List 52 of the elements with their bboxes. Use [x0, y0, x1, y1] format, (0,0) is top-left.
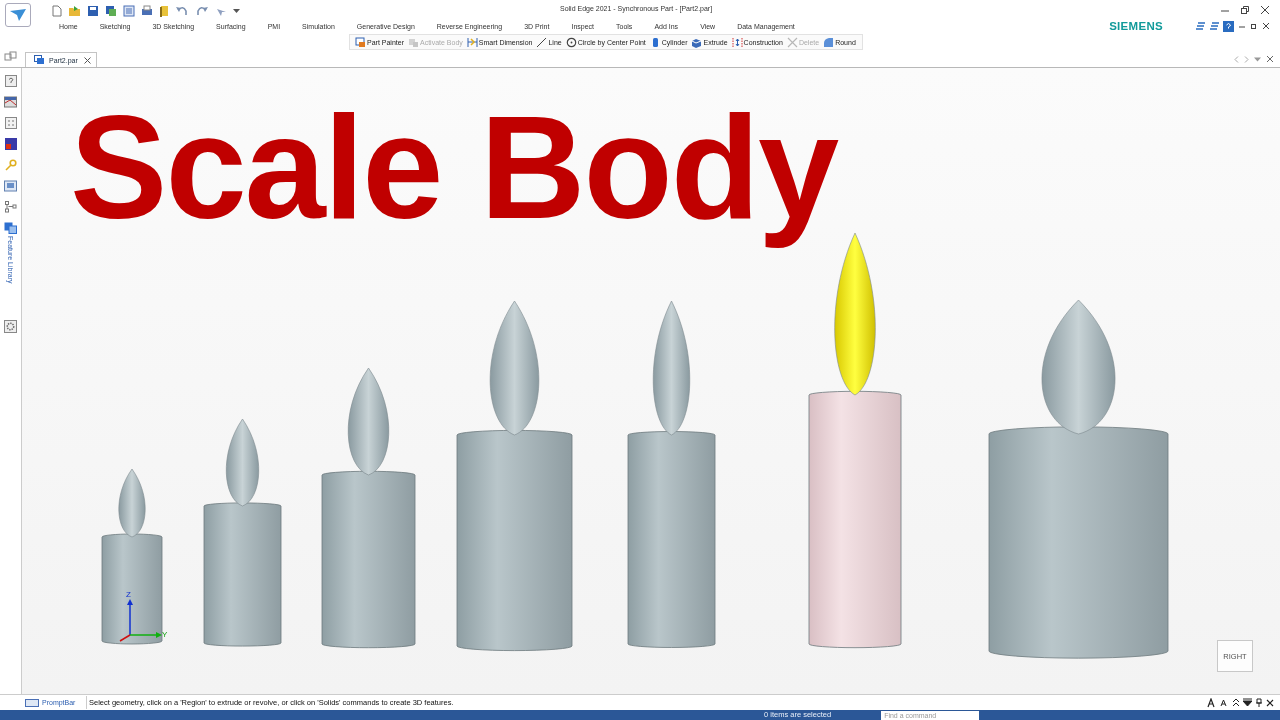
app-logo-icon — [9, 8, 27, 22]
collapse-icon[interactable] — [1232, 698, 1240, 707]
layout-icon[interactable] — [1209, 21, 1219, 31]
candle-body[interactable] — [627, 300, 716, 648]
dropdown-caret-icon[interactable] — [233, 8, 240, 14]
delete-icon — [786, 36, 798, 48]
body-icon — [407, 36, 419, 48]
prompt-bar-icon — [25, 698, 39, 707]
axis-label: Z — [126, 590, 131, 599]
pane-icon[interactable] — [4, 51, 17, 63]
open-folder-icon[interactable] — [68, 5, 81, 17]
candle-body[interactable] — [321, 367, 416, 649]
line-icon — [536, 36, 548, 48]
restore-icon[interactable] — [1240, 5, 1250, 15]
expand-icon[interactable] — [1243, 698, 1252, 707]
tree-icon[interactable] — [4, 201, 17, 213]
new-document-icon[interactable] — [52, 5, 62, 17]
layout-icon[interactable] — [1195, 21, 1205, 31]
close-icon[interactable] — [1266, 698, 1274, 707]
print-icon[interactable] — [141, 5, 153, 17]
candle-body[interactable] — [988, 299, 1169, 659]
save-all-icon[interactable] — [105, 5, 117, 17]
close-icon[interactable] — [1262, 22, 1270, 30]
color-icon[interactable] — [4, 138, 17, 150]
font-larger-icon[interactable] — [1207, 697, 1217, 708]
settings-icon[interactable] — [4, 320, 17, 334]
save-icon[interactable] — [87, 5, 99, 17]
construction-icon — [731, 36, 743, 48]
font-smaller-icon[interactable] — [1220, 698, 1229, 707]
candle-body[interactable] — [203, 418, 282, 647]
book-icon[interactable] — [159, 5, 169, 17]
help-icon[interactable] — [4, 75, 17, 87]
axis-label: Y — [162, 630, 168, 639]
redo-icon[interactable] — [195, 5, 209, 17]
part-file-icon — [34, 55, 45, 65]
restore-icon[interactable] — [1250, 22, 1258, 30]
close-icon[interactable] — [1260, 5, 1270, 15]
candle-body[interactable] — [101, 468, 163, 645]
library-icon — [4, 222, 17, 234]
circle-icon — [565, 36, 577, 48]
views-icon[interactable] — [4, 180, 17, 192]
candle-body[interactable] — [456, 300, 573, 651]
properties-icon[interactable] — [123, 5, 135, 17]
overlay-title: Scale Body — [70, 85, 838, 251]
application-button[interactable] — [5, 3, 31, 27]
undo-icon[interactable] — [175, 5, 189, 17]
round-icon — [823, 36, 835, 48]
close-icon[interactable] — [84, 56, 91, 64]
help-icon[interactable] — [1223, 20, 1234, 32]
pin-icon[interactable] — [1255, 698, 1263, 707]
dimension-icon — [466, 36, 478, 48]
brand-logo: SIEMENS — [1109, 20, 1163, 32]
